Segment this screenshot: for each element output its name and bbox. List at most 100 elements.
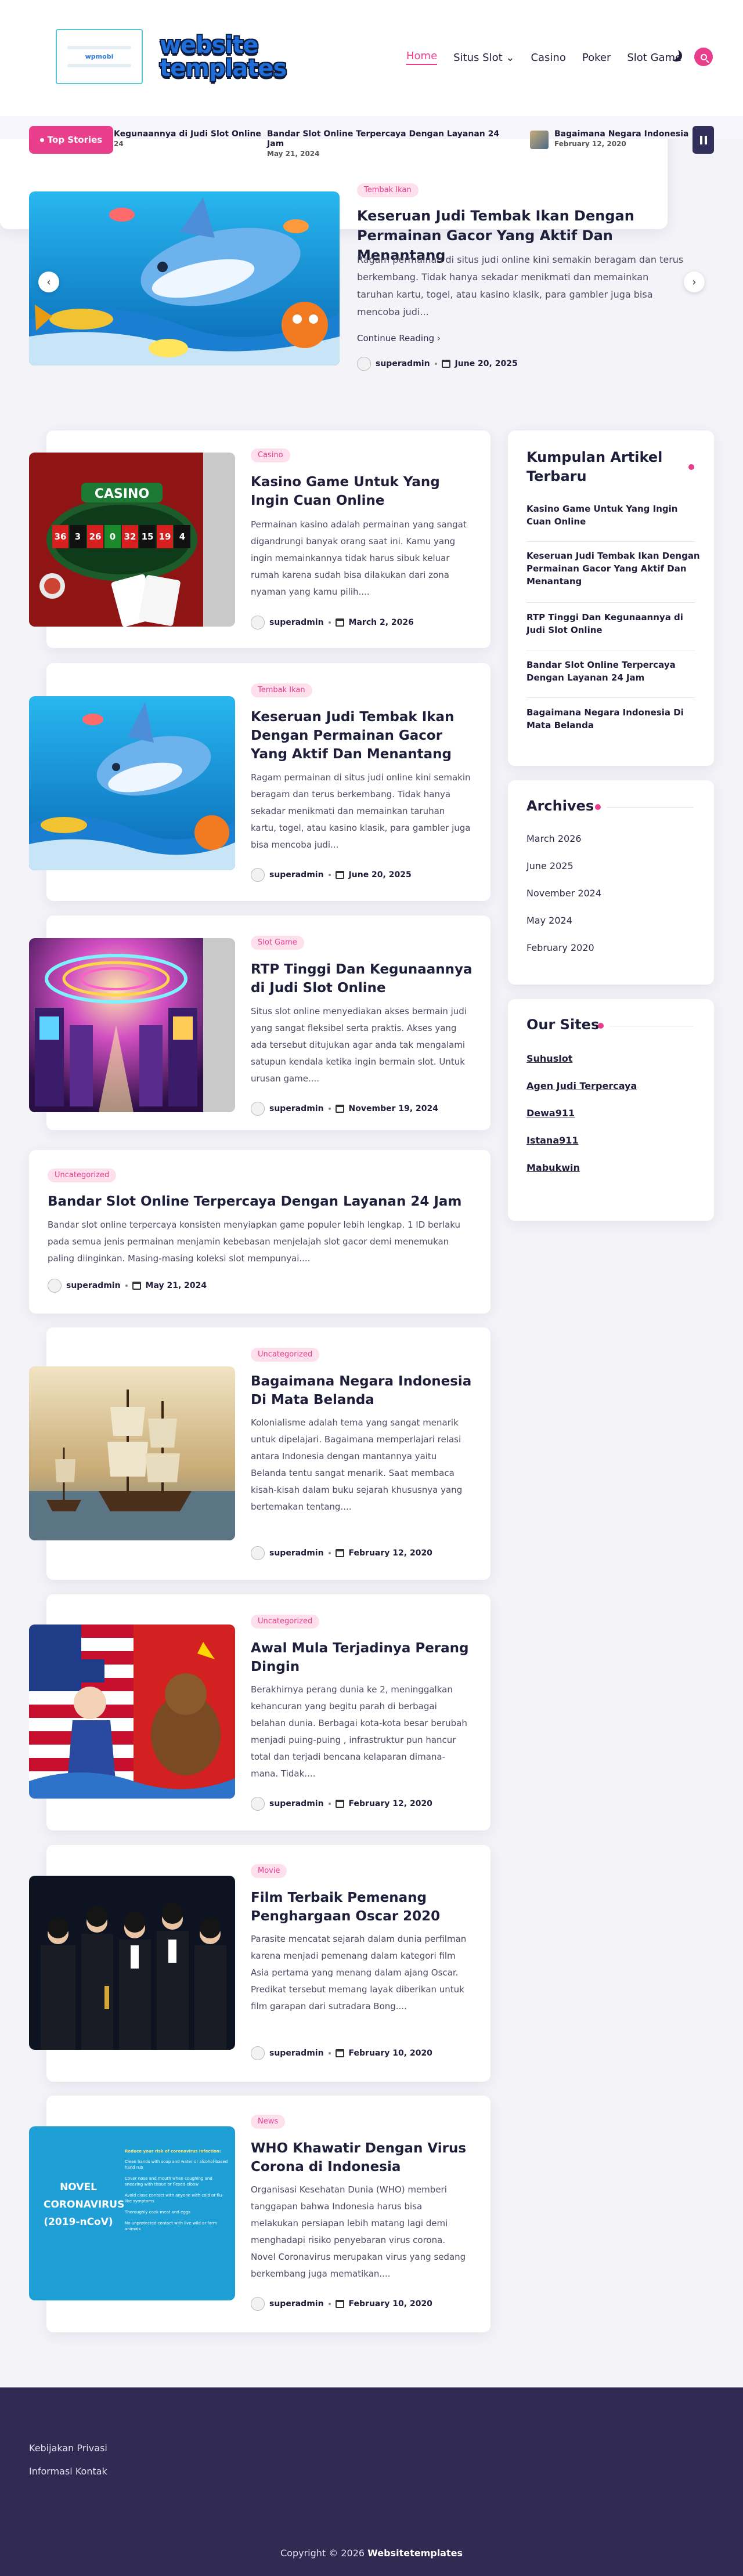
ticker-thumbnail[interactable] (530, 131, 549, 149)
ticker-pause-button[interactable] (692, 126, 714, 154)
post-date[interactable]: May 21, 2024 (146, 1281, 207, 1290)
author-name[interactable]: superadmin (269, 618, 324, 627)
copyright-site-link[interactable]: Websitetemplates (367, 2548, 463, 2559)
category-badge[interactable]: Uncategorized (48, 1168, 117, 1182)
post-title[interactable]: Awal Mula Terjadinya Perang Dingin (251, 1639, 477, 1676)
footer-link[interactable]: Informasi Kontak (29, 2466, 107, 2477)
archive-link[interactable]: February 2020 (526, 942, 594, 953)
roulette-number: 3 (75, 531, 81, 542)
post-date[interactable]: February 10, 2020 (349, 2049, 432, 2058)
ticker-item[interactable]: Kegunaannya di Judi Slot Online 24 (114, 129, 288, 150)
widget-title: Our Sites (526, 1016, 600, 1033)
calendar-icon (335, 1105, 344, 1113)
nav-poker[interactable]: Poker (582, 52, 611, 64)
author-name[interactable]: superadmin (269, 870, 324, 880)
category-badge[interactable]: News (251, 2115, 286, 2129)
post-date[interactable]: February 12, 2020 (349, 1549, 432, 1558)
nav-situs-slot[interactable]: Situs Slot ⌄ (453, 52, 514, 64)
archive-link[interactable]: November 2024 (526, 888, 601, 899)
author-name[interactable]: superadmin (269, 1104, 324, 1113)
calendar-icon (132, 1282, 141, 1290)
post-date[interactable]: June 20, 2025 (455, 359, 518, 368)
nav-casino[interactable]: Casino (531, 52, 565, 64)
widget-title-dot (688, 464, 694, 470)
category-badge[interactable]: Uncategorized (251, 1348, 320, 1362)
post-title[interactable]: Film Terbaik Pemenang Penghargaan Oscar … (251, 1888, 477, 1926)
post-meta: superadmin March 2, 2026 (251, 616, 414, 629)
category-badge[interactable]: Movie (251, 1864, 287, 1878)
continue-reading-link[interactable]: Continue Reading › (357, 333, 441, 343)
post-date[interactable]: March 2, 2026 (349, 618, 414, 627)
post-title[interactable]: Bagaimana Negara Indonesia Di Mata Belan… (251, 1372, 477, 1409)
slot-hall-illustration (29, 938, 235, 1112)
post-thumbnail-fish[interactable] (29, 696, 235, 870)
post-excerpt: Berakhirnya perang dunia ke 2, meninggal… (251, 1684, 467, 1779)
post-title[interactable]: WHO Khawatir Dengan Virus Corona di Indo… (251, 2139, 477, 2176)
logo-word-1: website (160, 32, 258, 59)
post-title[interactable]: Bandar Slot Online Terpercaya Dengan Lay… (48, 1192, 477, 1211)
post-thumbnail-casino[interactable]: CASINO 36 3 26 0 32 15 19 4 (29, 453, 235, 627)
category-badge[interactable]: Uncategorized (251, 1615, 320, 1629)
post-date[interactable]: February 12, 2020 (349, 1799, 432, 1808)
latest-post-link[interactable]: RTP Tinggi Dan Kegunaannya di Judi Slot … (526, 611, 695, 636)
post-date[interactable]: June 20, 2025 (349, 870, 412, 880)
site-header: wpmobi website templates Home Situs Slot… (0, 0, 743, 116)
latest-post-link[interactable]: Kasino Game Untuk Yang Ingin Cuan Online (526, 502, 695, 528)
category-badge[interactable]: Tembak Ikan (357, 183, 419, 197)
author-name[interactable]: superadmin (376, 359, 430, 368)
post-thumbnail-oscar[interactable] (29, 1876, 235, 2050)
casino-illustration: CASINO 36 3 26 0 32 15 19 4 (29, 453, 235, 627)
author-name[interactable]: superadmin (269, 1799, 324, 1808)
meta-separator (434, 363, 437, 365)
post-date[interactable]: February 10, 2020 (349, 2299, 432, 2309)
author-name[interactable]: superadmin (66, 1281, 121, 1290)
author-name[interactable]: superadmin (269, 2299, 324, 2309)
post-thumbnail-slot[interactable] (29, 938, 235, 1112)
latest-post-link[interactable]: Bagaimana Negara Indonesia Di Mata Belan… (526, 706, 701, 732)
footer-link[interactable]: Kebijakan Privasi (29, 2443, 107, 2454)
category-badge[interactable]: Slot Game (251, 936, 304, 950)
site-logo[interactable]: website templates (160, 34, 293, 86)
post-title[interactable]: Keseruan Judi Tembak Ikan Dengan Permain… (251, 708, 477, 764)
archive-link[interactable]: March 2026 (526, 833, 582, 844)
post-thumbnail-cold-war[interactable] (29, 1625, 235, 1799)
sailing-ship-painting (29, 1366, 235, 1540)
post-date[interactable]: November 19, 2024 (349, 1104, 438, 1113)
corona-tip: Clean hands with soap and water or alcoh… (125, 2159, 228, 2170)
external-site-link[interactable]: Dewa911 (526, 1108, 575, 1119)
pause-icon-bar (699, 135, 702, 144)
author-avatar-icon (357, 357, 371, 371)
casino-sign: CASINO (95, 487, 149, 501)
author-name[interactable]: superadmin (269, 1549, 324, 1558)
nav-home[interactable]: Home (406, 50, 438, 65)
archive-link[interactable]: June 2025 (526, 860, 574, 871)
external-site-link[interactable]: Suhuslot (526, 1053, 572, 1064)
roulette-number: 19 (159, 531, 171, 542)
dark-mode-moon-icon[interactable] (670, 50, 682, 61)
ticker-item[interactable]: Bagaimana Negara Indonesia February 12, … (554, 129, 691, 150)
divider (526, 697, 695, 698)
ticker-item[interactable]: Bandar Slot Online Terpercaya Dengan Lay… (267, 129, 511, 158)
post-thumbnail-ship[interactable] (29, 1366, 235, 1540)
category-badge[interactable]: Tembak Ikan (251, 683, 312, 697)
top-stories-text: Top Stories (47, 135, 103, 145)
latest-post-link[interactable]: Bandar Slot Online Terpercaya Dengan Lay… (526, 659, 695, 684)
author-name[interactable]: superadmin (269, 2049, 324, 2058)
post-title[interactable]: Kasino Game Untuk Yang Ingin Cuan Online (251, 473, 477, 510)
category-badge[interactable]: Casino (251, 448, 290, 462)
author-avatar-icon (48, 1279, 62, 1293)
external-site-link[interactable]: Istana911 (526, 1135, 579, 1146)
archive-link[interactable]: May 2024 (526, 915, 572, 926)
external-site-link[interactable]: Mabukwin (526, 1162, 580, 1173)
post-excerpt: Ragam permainan di situs judi online kin… (251, 772, 471, 850)
logo-thumb-bar (67, 64, 131, 67)
widget-title: Kumpulan Artikel Terbaru (526, 449, 663, 484)
post-thumbnail-coronavirus[interactable]: NOVEL CORONAVIRUS (2019-nCoV) Reduce you… (29, 2126, 235, 2300)
logo-thumbnail[interactable]: wpmobi (56, 29, 143, 84)
post-title[interactable]: RTP Tinggi Dan Kegunaannya di Judi Slot … (251, 960, 477, 997)
search-button[interactable] (694, 48, 713, 66)
hero-image-fish-shooting[interactable] (29, 191, 340, 366)
external-site-link[interactable]: Agen Judi Terpercaya (526, 1080, 637, 1091)
slider-prev-button[interactable]: ‹ (38, 272, 59, 292)
latest-post-link[interactable]: Keseruan Judi Tembak Ikan Dengan Permain… (526, 549, 701, 588)
